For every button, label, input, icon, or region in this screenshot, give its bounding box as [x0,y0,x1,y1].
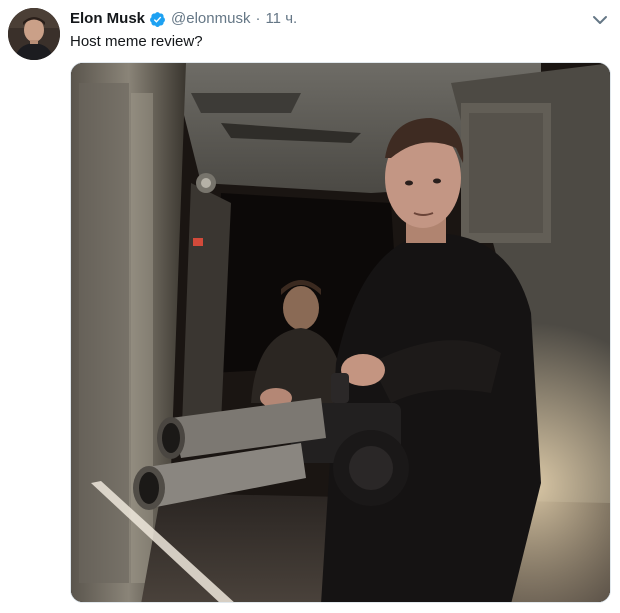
tweet-photo[interactable] [70,62,611,603]
tweet-timestamp[interactable]: 11 ч. [265,9,297,29]
tweet: Elon Musk @elonmusk · 11 ч. Host meme re… [0,0,620,613]
avatar-image [8,8,60,60]
photo-scene [71,63,610,602]
tweet-text: Host meme review? [70,33,203,50]
author-handle[interactable]: @elonmusk [171,9,250,29]
author-name[interactable]: Elon Musk [70,9,145,29]
chevron-down-icon[interactable] [589,9,611,31]
separator-dot: · [255,10,261,27]
avatar[interactable] [8,8,60,60]
verified-badge-icon [149,11,166,28]
tweet-header: Elon Musk @elonmusk · 11 ч. [70,8,297,30]
